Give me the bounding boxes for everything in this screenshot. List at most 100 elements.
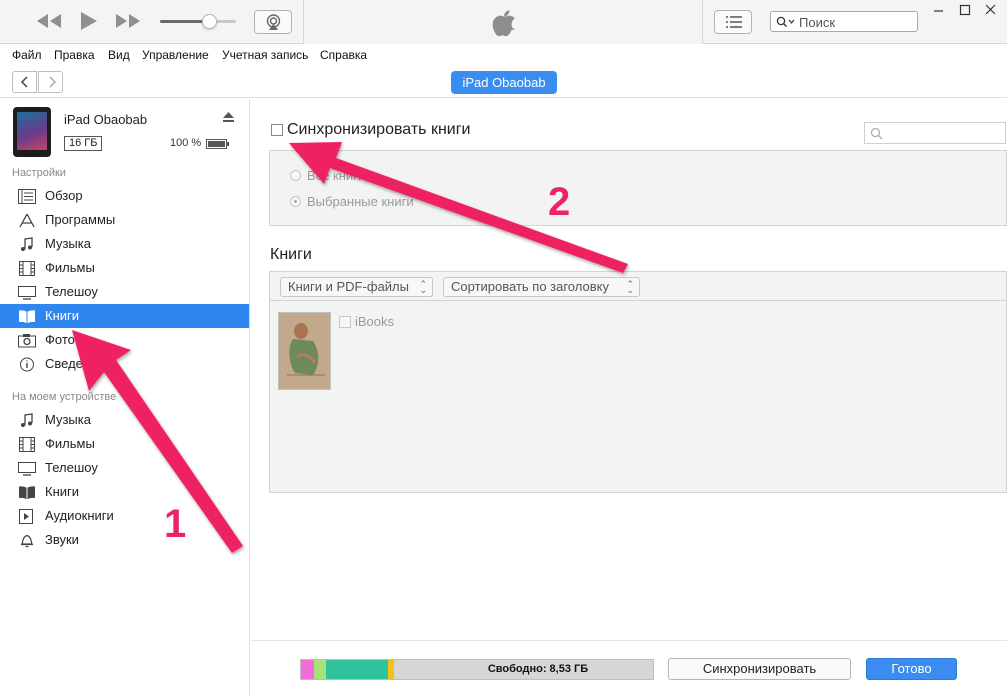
volume-slider[interactable]	[160, 14, 236, 29]
updown-chevron-icon: ⌃ ⌄	[626, 279, 634, 295]
sidebar-item-device-music[interactable]: Музыка	[0, 408, 249, 432]
sidebar-item-summary[interactable]: Обзор	[0, 184, 249, 208]
menu-view[interactable]: Вид	[108, 48, 130, 62]
sidebar-item-photos[interactable]: Фото	[0, 328, 249, 352]
book-icon	[18, 485, 36, 500]
radio-selected-books-label[interactable]: Выбранные книги	[307, 194, 414, 209]
sidebar-item-device-movies[interactable]: Фильмы	[0, 432, 249, 456]
radio-all-books-label[interactable]: Все книги	[307, 168, 365, 183]
books-sync-pane: Синхронизировать книги Все книги Выбранн…	[251, 99, 1007, 639]
list-view-button[interactable]	[714, 10, 752, 34]
sidebar-item-label: Звуки	[45, 532, 79, 547]
annotation-number-1: 1	[164, 502, 187, 546]
device-button[interactable]: iPad Obaobab	[451, 71, 557, 94]
sidebar-item-label: Фильмы	[45, 260, 95, 275]
menu-account[interactable]: Учетная запись	[222, 48, 308, 62]
sidebar-item-movies[interactable]: Фильмы	[0, 256, 249, 280]
book-cover-image[interactable]	[278, 312, 331, 390]
camera-icon	[18, 333, 36, 348]
books-filter-bar: Книги и PDF-файлы ⌃ ⌄ Сортировать по заго…	[270, 272, 1006, 301]
sidebar-item-tv[interactable]: Телешоу	[0, 280, 249, 304]
search-icon	[776, 16, 796, 28]
lcd-display	[303, 0, 703, 44]
menu-bar: Файл Правка Вид Управление Учетная запис…	[0, 45, 1007, 65]
volume-knob[interactable]	[202, 14, 218, 29]
done-button[interactable]: Готово	[866, 658, 957, 680]
sort-value: Сортировать по заголовку	[451, 279, 609, 294]
sync-books-label[interactable]: Синхронизировать книги	[287, 121, 471, 139]
sidebar-item-music[interactable]: Музыка	[0, 232, 249, 256]
sync-button[interactable]: Синхронизировать	[668, 658, 851, 680]
books-list-panel: Книги и PDF-файлы ⌃ ⌄ Сортировать по заго…	[269, 271, 1007, 493]
summary-icon	[18, 189, 36, 204]
radio-all-books[interactable]	[290, 170, 301, 181]
books-type-dropdown[interactable]: Книги и PDF-файлы ⌃ ⌄	[280, 277, 433, 297]
battery-icon	[206, 139, 230, 149]
search-placeholder: Поиск	[799, 15, 836, 30]
film-icon	[18, 261, 36, 276]
device-capacity: 16 ГБ	[64, 136, 103, 151]
sidebar-item-label: Обзор	[45, 188, 83, 203]
book-checkbox[interactable]	[339, 316, 351, 328]
bell-icon	[18, 533, 36, 548]
chevron-right-icon	[47, 76, 57, 88]
forward-button[interactable]	[38, 71, 63, 93]
menu-controls[interactable]: Управление	[142, 48, 209, 62]
sidebar-item-info[interactable]: Сведения	[0, 352, 249, 376]
rewind-icon[interactable]	[36, 13, 62, 29]
tv-icon	[18, 461, 36, 476]
menu-file[interactable]: Файл	[12, 48, 42, 62]
sidebar-item-device-audiobooks[interactable]: Аудиокниги	[0, 504, 249, 528]
close-icon[interactable]	[981, 2, 1001, 18]
music-note-icon	[18, 413, 36, 428]
sidebar: iPad Obaobab 16 ГБ 100 % Настройки Обзор…	[0, 99, 250, 696]
on-device-header: На моем устройстве	[12, 391, 117, 403]
free-space-label: Свободно: 8,53 ГБ	[487, 663, 589, 675]
apps-icon	[18, 213, 36, 228]
sidebar-item-label: Музыка	[45, 236, 91, 251]
device-name: iPad Obaobab	[64, 112, 148, 127]
fast-forward-icon[interactable]	[115, 13, 141, 29]
sidebar-item-device-sounds[interactable]: Звуки	[0, 528, 249, 552]
sidebar-item-label: Книги	[45, 308, 80, 323]
menu-help[interactable]: Справка	[320, 48, 367, 62]
sidebar-item-label: Сведения	[45, 356, 105, 371]
books-heading: Книги	[270, 246, 312, 263]
navigation-row: iPad Obaobab	[0, 66, 1007, 98]
title-bar: Поиск	[0, 0, 1007, 44]
airplay-button[interactable]	[254, 10, 292, 34]
minimize-icon[interactable]	[929, 2, 949, 18]
back-button[interactable]	[12, 71, 37, 93]
play-icon[interactable]	[80, 11, 98, 31]
sidebar-item-label: Фильмы	[45, 436, 95, 451]
ipad-image	[13, 107, 51, 157]
annotation-number-2: 2	[548, 180, 571, 224]
list-icon	[726, 16, 742, 28]
search-icon	[870, 127, 883, 140]
music-note-icon	[18, 237, 36, 252]
eject-icon[interactable]	[222, 111, 235, 123]
sidebar-item-label: Телешоу	[45, 460, 98, 475]
apple-logo-icon	[492, 9, 516, 37]
footer-bar: Свободно: 8,53 ГБ Синхронизировать Готов…	[251, 640, 1007, 696]
menu-edit[interactable]: Правка	[54, 48, 95, 62]
sync-books-checkbox[interactable]	[271, 124, 283, 136]
audiobook-icon	[18, 509, 36, 524]
books-type-value: Книги и PDF-файлы	[288, 279, 409, 294]
updown-chevron-icon: ⌃ ⌄	[419, 279, 427, 295]
radio-selected-books[interactable]	[290, 196, 301, 207]
sort-dropdown[interactable]: Сортировать по заголовку ⌃ ⌄	[443, 277, 640, 297]
sidebar-item-label: Музыка	[45, 412, 91, 427]
sidebar-item-label: Программы	[45, 212, 116, 227]
info-icon	[18, 357, 36, 372]
sidebar-item-apps[interactable]: Программы	[0, 208, 249, 232]
battery-percent: 100 %	[170, 137, 202, 149]
books-search-input[interactable]	[864, 122, 1006, 144]
sidebar-item-books[interactable]: Книги	[0, 304, 249, 328]
book-icon	[18, 309, 36, 324]
chevron-left-icon	[20, 76, 30, 88]
sidebar-item-device-tv[interactable]: Телешоу	[0, 456, 249, 480]
maximize-icon[interactable]	[955, 2, 975, 18]
search-input[interactable]: Поиск	[770, 11, 918, 32]
sidebar-item-device-books[interactable]: Книги	[0, 480, 249, 504]
